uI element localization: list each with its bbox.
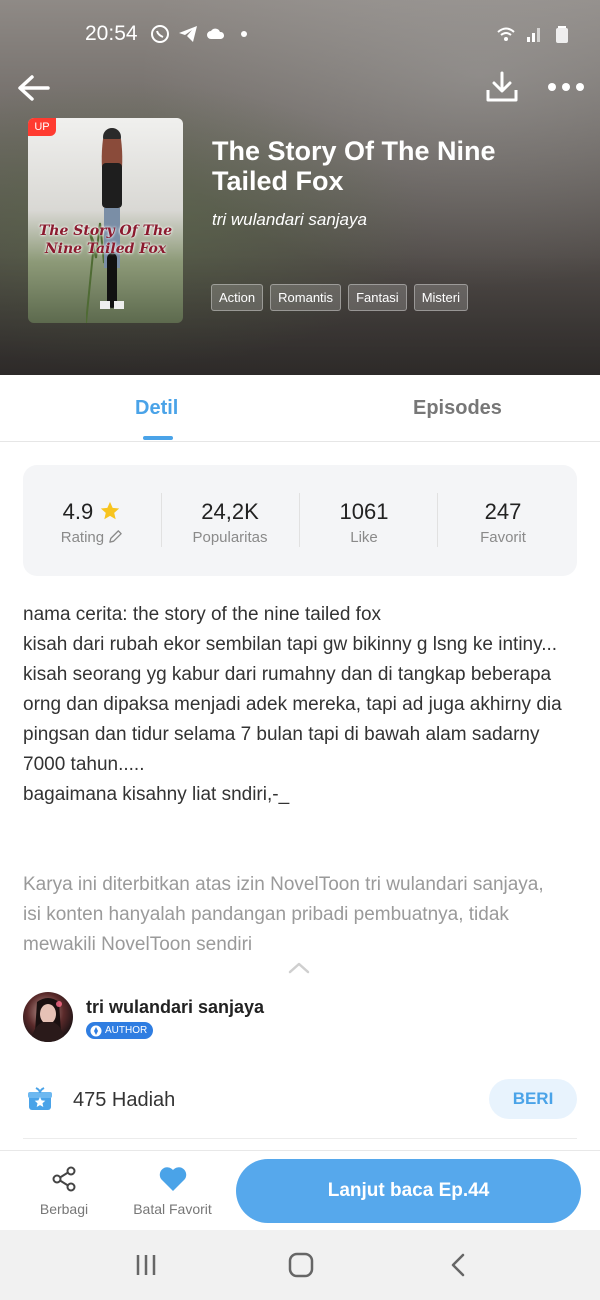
author-badge-icon xyxy=(90,1025,102,1036)
unfavorite-label: Batal Favorit xyxy=(133,1201,212,1217)
status-bar: 20:54 xyxy=(0,18,600,52)
stat-popularity: 24,2K Popularitas xyxy=(161,465,299,576)
author-name[interactable]: tri wulandari sanjaya xyxy=(86,997,264,1018)
genre-tag[interactable]: Romantis xyxy=(270,284,342,311)
description-line: kisah seorang yg kabur dari rumahny dan … xyxy=(23,664,562,775)
genre-tag[interactable]: Misteri xyxy=(413,284,468,311)
up-badge: UP xyxy=(28,118,56,136)
share-label: Berbagi xyxy=(39,1201,89,1217)
whatsapp-icon xyxy=(151,25,169,43)
rating-value-row: 4.9 xyxy=(23,499,161,525)
notification-icons xyxy=(150,24,254,44)
gift-icon xyxy=(28,1087,52,1110)
home-icon[interactable] xyxy=(285,1249,317,1281)
share-button[interactable]: Berbagi xyxy=(24,1163,104,1223)
favorites-value: 247 xyxy=(484,499,522,524)
nav-back-icon[interactable] xyxy=(444,1250,474,1280)
author-badge: AUTHOR xyxy=(86,1022,154,1039)
book-author[interactable]: tri wulandari sanjaya xyxy=(212,210,367,230)
download-icon[interactable] xyxy=(482,68,522,108)
battery-icon xyxy=(556,26,568,43)
popularity-label: Popularitas xyxy=(192,529,268,546)
avatar-image xyxy=(31,998,65,1042)
top-bar xyxy=(0,62,600,112)
telegram-icon xyxy=(179,26,197,42)
rating-value: 4.9 xyxy=(62,499,94,524)
tab-detail[interactable]: Detil xyxy=(135,397,178,420)
give-gift-button[interactable]: BERI xyxy=(489,1079,577,1119)
status-time: 20:54 xyxy=(85,22,138,45)
system-icons xyxy=(496,24,572,44)
book-cover: UP The Story Of The Nine Tailed Fox xyxy=(28,118,183,323)
bottom-action-bar: Berbagi Batal Favorit Lanjut baca Ep.44 xyxy=(0,1150,600,1230)
system-nav-bar xyxy=(0,1230,600,1300)
more-icon[interactable] xyxy=(544,72,588,102)
stats-card: 4.9 Rating 24,2K Popularitas 1061 Like 2… xyxy=(23,465,577,576)
likes-label: Like xyxy=(350,529,378,546)
share-icon xyxy=(52,1166,76,1192)
book-header: 20:54 UP The Story Of The Nine Tailed Fo… xyxy=(0,0,600,375)
popularity-value: 24,2K xyxy=(201,499,259,524)
tab-episodes[interactable]: Episodes xyxy=(413,397,502,420)
cloud-icon xyxy=(207,28,225,39)
genre-tag[interactable]: Action xyxy=(211,284,264,311)
edit-icon[interactable] xyxy=(108,529,123,544)
heart-icon xyxy=(159,1167,186,1191)
book-description: nama cerita: the story of the nine taile… xyxy=(23,600,563,810)
divider xyxy=(23,1138,577,1139)
continue-reading-button[interactable]: Lanjut baca Ep.44 xyxy=(236,1159,581,1223)
wifi-icon xyxy=(497,27,515,41)
star-icon xyxy=(101,501,120,520)
stat-likes: 1061 Like xyxy=(295,465,433,576)
recent-apps-icon[interactable] xyxy=(130,1251,162,1279)
unfavorite-button[interactable]: Batal Favorit xyxy=(125,1163,220,1223)
description-line: bagaimana kisahny liat sndiri,-_ xyxy=(23,784,290,805)
stat-rating[interactable]: 4.9 Rating xyxy=(23,465,161,576)
tab-indicator xyxy=(143,436,173,440)
author-avatar[interactable] xyxy=(23,992,73,1042)
dot-icon xyxy=(241,31,247,37)
description-line: nama cerita: the story of the nine taile… xyxy=(23,604,382,625)
genre-tag[interactable]: Fantasi xyxy=(348,284,407,311)
gift-count: 475 Hadiah xyxy=(73,1089,176,1111)
favorites-label: Favorit xyxy=(480,529,526,546)
author-badge-label: AUTHOR xyxy=(105,1025,148,1036)
likes-value: 1061 xyxy=(339,499,389,524)
copyright-disclaimer: Karya ini diterbitkan atas izin NovelToo… xyxy=(23,874,544,955)
signal-icon xyxy=(527,28,540,42)
back-arrow-icon[interactable] xyxy=(14,68,54,108)
chevron-up-icon[interactable] xyxy=(287,960,311,976)
tab-bar: Detil Episodes xyxy=(0,375,600,442)
book-title: The Story Of The Nine Tailed Fox xyxy=(212,136,496,196)
stat-favorites: 247 Favorit xyxy=(434,465,572,576)
rating-label: Rating xyxy=(60,529,105,546)
genre-tags: Action Romantis Fantasi Misteri xyxy=(211,284,468,311)
rating-label-row: Rating xyxy=(23,529,161,546)
cover-title-text: The Story Of The Nine Tailed Fox xyxy=(38,223,173,257)
description-line: kisah dari rubah ekor sembilan tapi gw b… xyxy=(23,634,558,655)
